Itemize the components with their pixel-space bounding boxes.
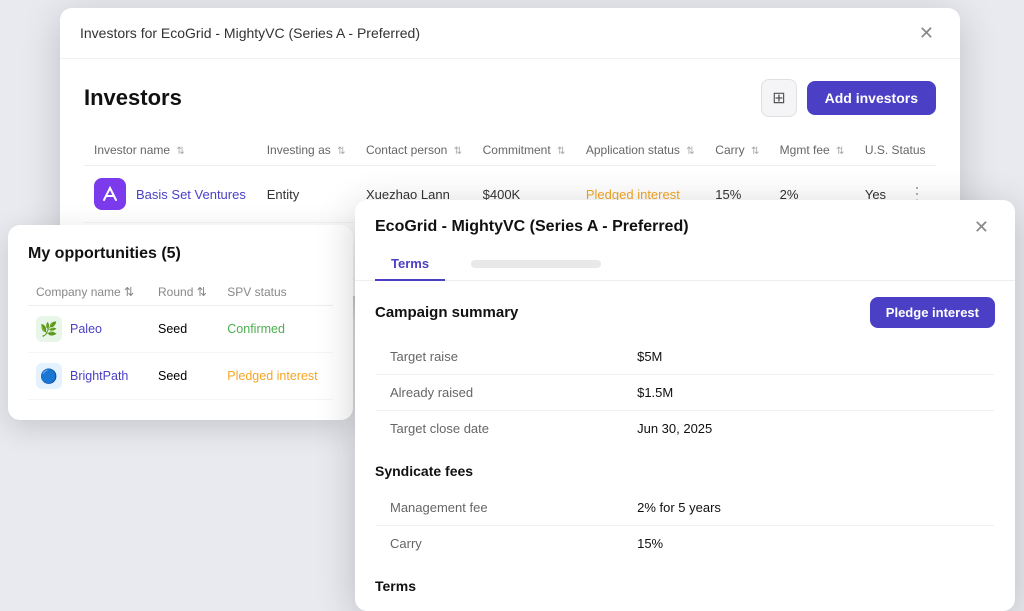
opp-logo-paleo: 🌿 (36, 316, 62, 342)
sort-icon-investor: ⇅ (176, 146, 184, 157)
investor-name-cell: Basis Set Ventures (84, 166, 257, 223)
grid-view-button[interactable]: ⊞ (761, 79, 796, 117)
table-row: Investment type (376, 605, 995, 611)
campaign-summary-table: Target raise $5M Already raised $1.5M Ta… (375, 338, 995, 447)
detail-tabs: Terms (355, 248, 1015, 281)
table-row: Management fee 2% for 5 years (376, 490, 995, 526)
opportunities-panel: My opportunities (5) Company name ⇅ Roun… (8, 225, 353, 420)
value-carry: 15% (623, 526, 994, 562)
label-mgmt-fee: Management fee (376, 490, 624, 526)
terms-table: Investment type Valuation Additional inv… (375, 604, 995, 611)
tab-placeholder (471, 260, 601, 268)
value-already-raised: $1.5M (623, 375, 994, 411)
opportunities-title: My opportunities (5) (28, 245, 333, 263)
sort-icon-contact: ⇅ (454, 146, 462, 157)
opp-col-spv: SPV status (219, 279, 333, 306)
opp-col-round: Round ⇅ (150, 279, 219, 306)
col-us-status: U.S. Status (855, 135, 936, 166)
detail-modal-close-button[interactable]: ✕ (968, 216, 995, 238)
syndicate-fees-table: Management fee 2% for 5 years Carry 15% (375, 489, 995, 562)
sort-icon-mgmt: ⇅ (836, 146, 844, 157)
opp-round-cell-2: Seed (150, 353, 219, 400)
list-item: 🌿 Paleo Seed Confirmed (28, 306, 333, 353)
modal-header-title: Investors for EcoGrid - MightyVC (Series… (80, 25, 420, 41)
col-mgmt-fee: Mgmt fee ⇅ (770, 135, 855, 166)
col-contact: Contact person ⇅ (356, 135, 473, 166)
detail-modal: EcoGrid - MightyVC (Series A - Preferred… (355, 200, 1015, 611)
toolbar-right: ⊞ Add investors (761, 79, 936, 117)
investors-title-row: Investors ⊞ Add investors (84, 79, 936, 117)
label-already-raised: Already raised (376, 375, 624, 411)
opp-company-link-brightpath[interactable]: BrightPath (70, 369, 128, 383)
table-row: Already raised $1.5M (376, 375, 995, 411)
list-item: 🔵 BrightPath Seed Pledged interest (28, 353, 333, 400)
col-investing-as: Investing as ⇅ (257, 135, 356, 166)
sort-icon-opp-company: ⇅ (124, 285, 134, 299)
investors-heading: Investors (84, 85, 182, 111)
investors-modal-close-button[interactable]: ✕ (913, 22, 940, 44)
label-close-date: Target close date (376, 411, 624, 447)
table-row: Carry 15% (376, 526, 995, 562)
opp-company-link-paleo[interactable]: Paleo (70, 322, 102, 336)
label-investment-type: Investment type (376, 605, 624, 611)
status-badge-pledged-opp: Pledged interest (227, 369, 317, 383)
opp-company-cell: 🌿 Paleo (28, 306, 150, 353)
opp-round-cell: Seed (150, 306, 219, 353)
col-investor-name: Investor name ⇅ (84, 135, 257, 166)
modal-header: Investors for EcoGrid - MightyVC (Series… (60, 8, 960, 59)
sort-icon-investing: ⇅ (337, 146, 345, 157)
opp-col-company: Company name ⇅ (28, 279, 150, 306)
detail-modal-header: EcoGrid - MightyVC (Series A - Preferred… (355, 200, 1015, 238)
terms-title: Terms (375, 578, 995, 594)
sort-icon-commitment: ⇅ (557, 146, 565, 157)
campaign-summary-section: Campaign summary Pledge interest (375, 297, 995, 328)
add-investors-button[interactable]: Add investors (807, 81, 936, 115)
investing-as-cell: Entity (257, 166, 356, 223)
sort-icon-opp-round: ⇅ (197, 285, 207, 299)
value-close-date: Jun 30, 2025 (623, 411, 994, 447)
sort-icon-carry: ⇅ (751, 146, 759, 157)
campaign-summary-title: Campaign summary (375, 304, 518, 321)
col-commitment: Commitment ⇅ (473, 135, 576, 166)
label-target-raise: Target raise (376, 339, 624, 375)
syndicate-fees-title: Syndicate fees (375, 463, 995, 479)
status-badge-confirmed: Confirmed (227, 322, 285, 336)
value-mgmt-fee: 2% for 5 years (623, 490, 994, 526)
value-investment-type (623, 605, 994, 611)
investor-name-link-basis[interactable]: Basis Set Ventures (136, 187, 246, 202)
opp-status-cell-2: Pledged interest (219, 353, 333, 400)
detail-modal-title: EcoGrid - MightyVC (Series A - Preferred… (375, 218, 689, 236)
opp-header-row: Company name ⇅ Round ⇅ SPV status (28, 279, 333, 306)
investor-logo-basis (94, 178, 126, 210)
detail-modal-body: Campaign summary Pledge interest Target … (355, 281, 1015, 611)
table-row: Target close date Jun 30, 2025 (376, 411, 995, 447)
pledge-interest-button[interactable]: Pledge interest (870, 297, 995, 328)
opp-company-cell-2: 🔵 BrightPath (28, 353, 150, 400)
col-carry: Carry ⇅ (705, 135, 769, 166)
opp-logo-brightpath: 🔵 (36, 363, 62, 389)
opp-status-cell: Confirmed (219, 306, 333, 353)
col-app-status: Application status ⇅ (576, 135, 705, 166)
table-header-row: Investor name ⇅ Investing as ⇅ Contact p… (84, 135, 936, 166)
table-row: Target raise $5M (376, 339, 995, 375)
opportunities-table: Company name ⇅ Round ⇅ SPV status 🌿 Pale… (28, 279, 333, 400)
value-target-raise: $5M (623, 339, 994, 375)
tab-terms[interactable]: Terms (375, 248, 445, 281)
sort-icon-status: ⇅ (686, 146, 694, 157)
label-carry: Carry (376, 526, 624, 562)
